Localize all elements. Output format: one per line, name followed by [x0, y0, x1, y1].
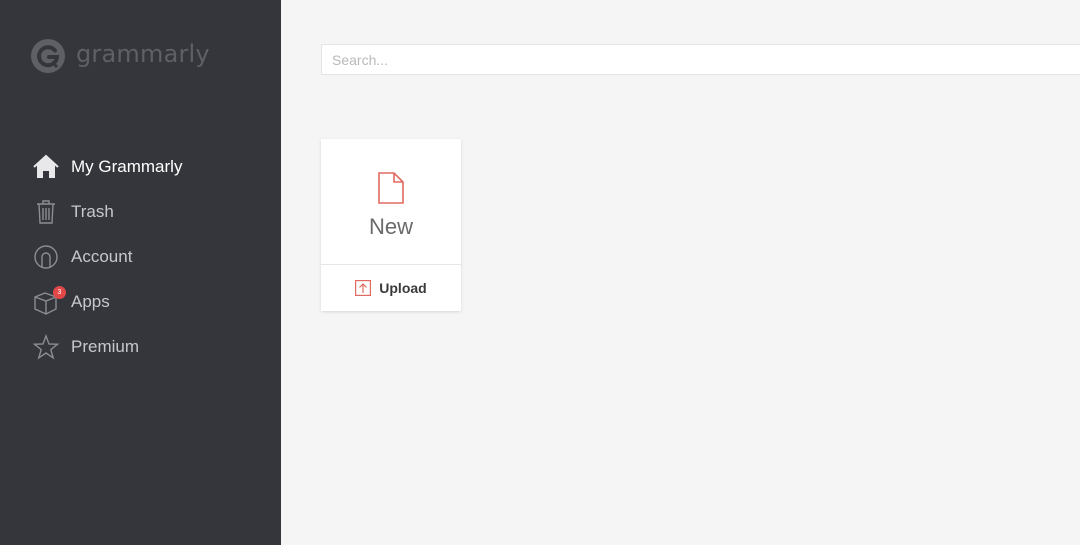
upload-icon: [355, 280, 372, 296]
sidebar: grammarly My Grammarly Trash Account 3 A…: [0, 0, 281, 545]
sidebar-item-label: Apps: [71, 291, 110, 311]
account-icon: [32, 243, 60, 271]
sidebar-item-label: My Grammarly: [71, 156, 183, 176]
sidebar-item-premium[interactable]: Premium: [32, 324, 272, 369]
apps-badge: 3: [53, 285, 66, 299]
sidebar-item-apps[interactable]: 3 Apps: [32, 279, 272, 324]
new-document-icon: [378, 172, 404, 204]
upload-label: Upload: [379, 280, 427, 296]
grammarly-g-icon: [31, 39, 65, 73]
sidebar-item-label: Trash: [71, 201, 114, 221]
sidebar-item-my-grammarly[interactable]: My Grammarly: [32, 144, 272, 189]
sidebar-item-account[interactable]: Account: [32, 234, 272, 279]
grammarly-logo[interactable]: grammarly: [30, 38, 210, 74]
upload-button[interactable]: Upload: [321, 265, 461, 311]
star-icon: [32, 333, 60, 361]
trash-icon: [32, 198, 60, 226]
sidebar-item-label: Premium: [71, 336, 140, 356]
sidebar-item-trash[interactable]: Trash: [32, 189, 272, 234]
apps-box-icon: 3: [32, 285, 66, 316]
new-document-button[interactable]: New: [321, 139, 461, 264]
new-document-card: New Upload: [321, 139, 461, 311]
home-icon: [32, 153, 60, 181]
sidebar-item-label: Account: [71, 246, 133, 266]
sidebar-nav: My Grammarly Trash Account 3 Apps Premiu…: [32, 144, 272, 369]
search-input[interactable]: [321, 44, 1080, 75]
new-label: New: [368, 214, 413, 239]
brand-name: grammarly: [76, 40, 210, 68]
